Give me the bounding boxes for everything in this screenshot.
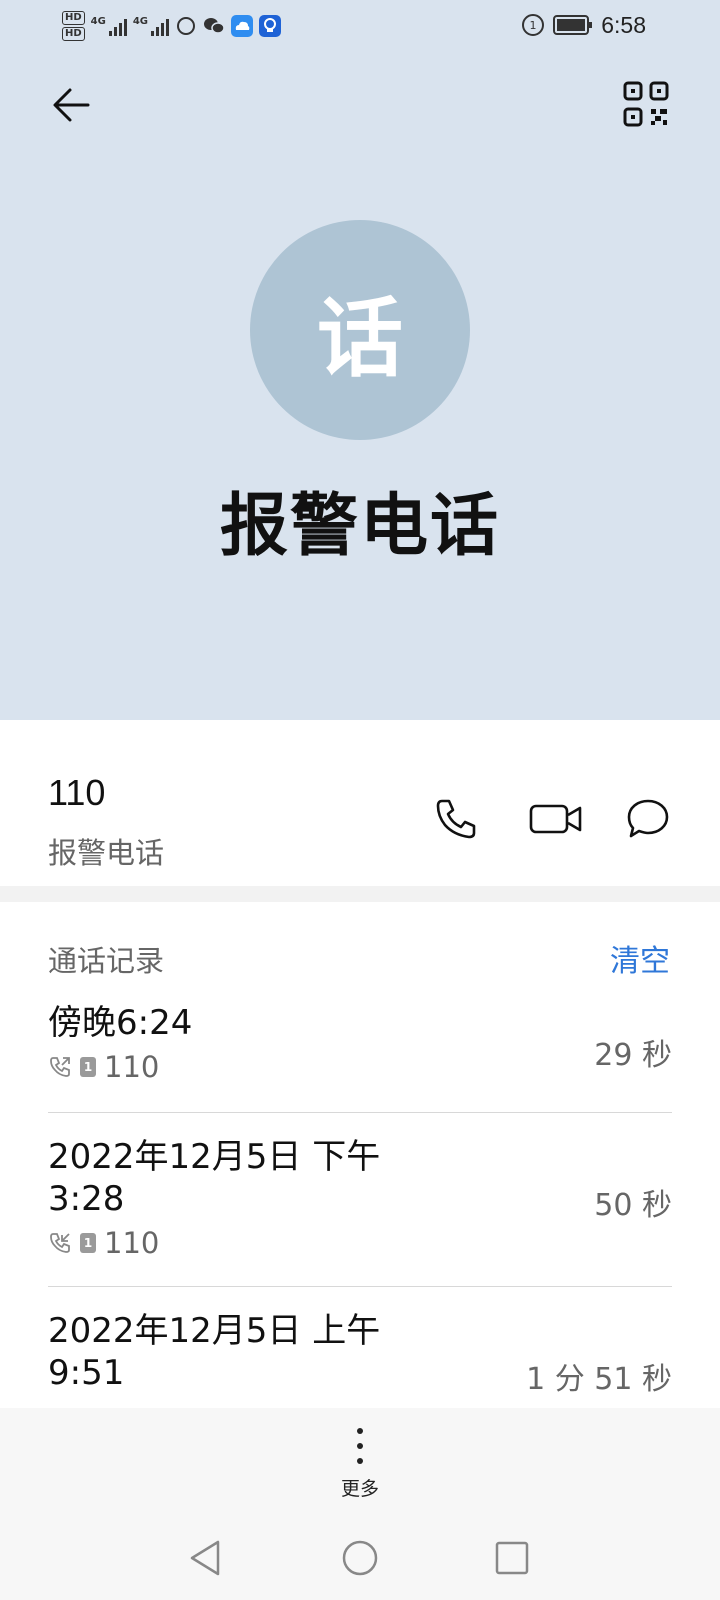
arrow-left-icon <box>53 88 90 122</box>
network2-label: 4G <box>132 16 149 27</box>
sim-card-icon: 1 <box>80 1057 96 1077</box>
more-label: 更多 <box>340 1478 379 1500</box>
call-meta: 1 110 <box>48 1050 672 1084</box>
sim-card-icon: 1 <box>80 1233 96 1253</box>
call-button[interactable] <box>432 795 480 843</box>
contact-number[interactable]: 110 <box>48 772 105 814</box>
clear-call-log-button[interactable]: 清空 <box>610 936 670 980</box>
call-datetime-line1: 2022年12月5日 上午 <box>48 1311 381 1351</box>
nav-home-button[interactable] <box>338 1536 382 1580</box>
call-datetime-line1: 2022年12月5日 下午 <box>48 1137 381 1177</box>
bulb-icon <box>259 15 282 37</box>
loading-icon <box>175 15 197 37</box>
network1-label: 4G <box>90 16 106 27</box>
hd-icon: HD HD <box>62 11 85 41</box>
cloud-icon <box>231 15 254 37</box>
back-button[interactable] <box>46 80 96 130</box>
row-divider <box>48 1286 672 1287</box>
call-datetime-line2: 3:28 <box>48 1179 125 1219</box>
contact-name: 报警电话 <box>219 487 500 566</box>
call-number: 110 <box>104 1050 160 1084</box>
message-button[interactable] <box>624 795 672 843</box>
call-meta: 1 110 <box>48 1226 672 1260</box>
contact-number-label: 报警电话 <box>48 836 165 870</box>
section-divider <box>0 886 720 902</box>
video-call-icon <box>529 804 582 834</box>
status-time: 6:58 <box>601 11 646 38</box>
phone-icon <box>436 799 476 839</box>
qr-code-icon <box>623 81 669 127</box>
qr-code-button[interactable] <box>622 80 670 128</box>
signal-icon-2: 4G <box>132 16 170 36</box>
call-log-entry[interactable]: 2022年12月5日 上午 9:51 1 分 51 秒 <box>48 1310 672 1406</box>
call-log-entry[interactable]: 傍晚6:24 1 110 29 秒 <box>48 1002 672 1098</box>
nav-recents-button[interactable] <box>490 1536 534 1580</box>
call-log-entry[interactable]: 2022年12月5日 下午 3:28 1 110 50 秒 <box>48 1136 672 1270</box>
call-duration: 29 秒 <box>594 1038 672 1073</box>
avatar-initial: 话 <box>317 288 403 389</box>
status-left: HD HD 4G 4G <box>62 6 282 46</box>
contact-avatar: 话 <box>250 220 470 440</box>
incoming-call-icon <box>50 1233 70 1253</box>
sim2-hd-badge: HD <box>62 27 85 41</box>
data-saver-icon: 1 <box>522 14 545 36</box>
message-icon <box>627 799 669 838</box>
more-vertical-icon <box>320 1426 400 1464</box>
call-datetime: 傍晚6:24 <box>48 1003 193 1043</box>
home-circle-icon <box>342 1540 378 1576</box>
more-button[interactable]: 更多 <box>320 1426 400 1506</box>
sim1-hd-badge: HD <box>62 11 85 25</box>
call-duration: 1 分 51 秒 <box>526 1362 672 1397</box>
call-log-title: 通话记录 <box>48 944 165 978</box>
status-bar: HD HD 4G 4G 1 6:58 <box>0 0 720 50</box>
outgoing-call-icon <box>50 1057 70 1077</box>
status-right: 1 6:58 <box>521 10 646 40</box>
signal-icon: 4G <box>91 16 127 36</box>
row-divider <box>48 1112 672 1113</box>
battery-icon <box>553 15 593 35</box>
recents-square-icon <box>495 1541 529 1575</box>
video-call-button[interactable] <box>528 795 584 843</box>
call-duration: 50 秒 <box>594 1188 672 1223</box>
wechat-icon <box>203 15 225 37</box>
call-number: 110 <box>104 1226 160 1260</box>
back-triangle-icon <box>190 1540 220 1576</box>
nav-back-button[interactable] <box>184 1536 228 1580</box>
svg-text:1: 1 <box>530 19 537 32</box>
